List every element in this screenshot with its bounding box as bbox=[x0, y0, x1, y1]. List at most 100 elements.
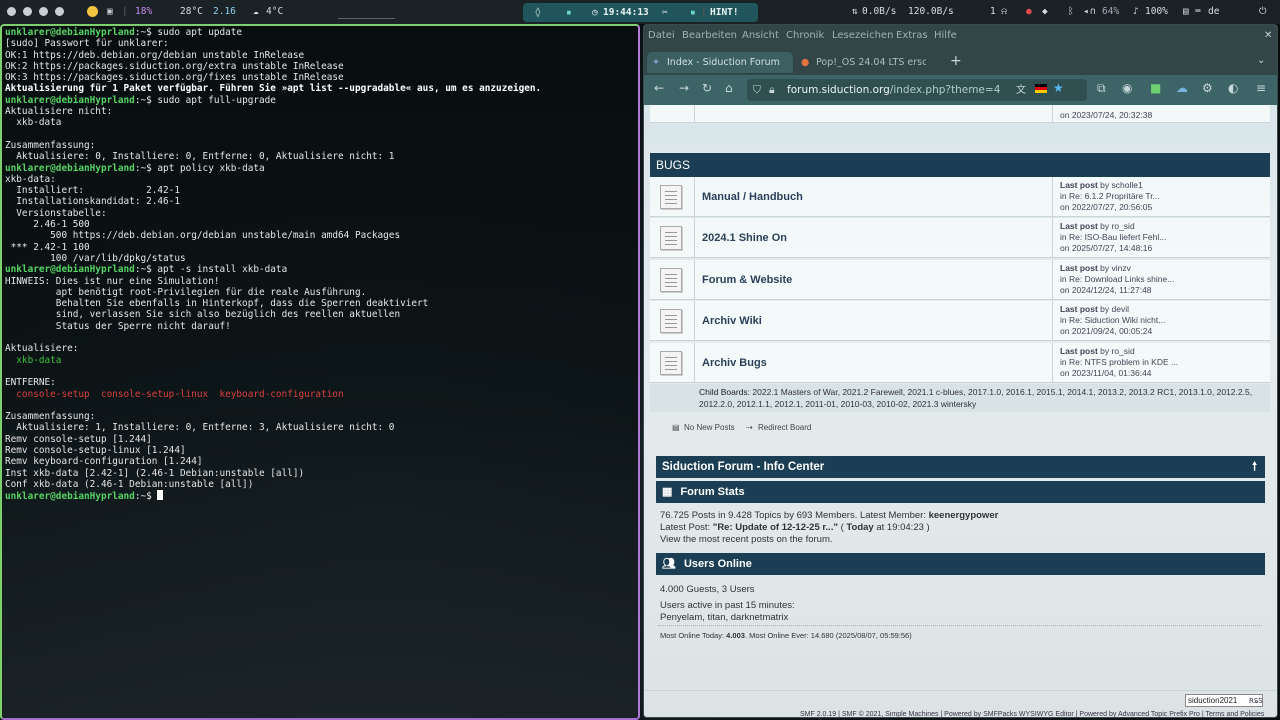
bluetooth-icon[interactable]: ᛒ bbox=[1068, 0, 1074, 24]
board-row[interactable]: Archiv Wiki Last post by devil in Re: Sidu… bbox=[650, 301, 1270, 342]
reload-icon[interactable]: ↻ bbox=[702, 81, 712, 95]
padlock-icon[interactable]: 🔒︎ bbox=[769, 79, 775, 101]
menu-ansicht[interactable]: Ansicht bbox=[742, 30, 779, 41]
window-icon[interactable]: ▣ bbox=[107, 0, 113, 24]
latest-member-link[interactable]: keenergypower bbox=[929, 510, 999, 521]
info-center-header[interactable]: Siduction Forum - Info Center 🠕 bbox=[656, 456, 1265, 478]
rss-link[interactable]: RSS bbox=[1249, 697, 1263, 705]
workspace-3-button[interactable] bbox=[39, 7, 48, 16]
back-arrow-icon[interactable]: ← bbox=[654, 81, 664, 95]
workspace-2-button[interactable] bbox=[23, 7, 32, 16]
last-post-topic[interactable]: in Re: Download Links shine... bbox=[1060, 274, 1174, 284]
footer-credits[interactable]: SMF 2.0.19 | SMF © 2021, Simple Machines… bbox=[800, 711, 1264, 717]
terminal-line: Inst xkb-data [2.42-1] (2.46-1 Debian:un… bbox=[5, 468, 637, 479]
last-post-author[interactable]: ro_sid bbox=[1112, 346, 1135, 356]
last-post-topic[interactable]: in Re: ISO-Bau liefert Fehl... bbox=[1060, 232, 1166, 242]
board-name-link[interactable]: Forum & Website bbox=[702, 274, 792, 286]
last-post-author[interactable]: devil bbox=[1112, 304, 1129, 314]
addon-circle-icon[interactable]: ◐ bbox=[1228, 81, 1238, 95]
last-post-topic[interactable]: in Re: Siduction Wiki nicht... bbox=[1060, 315, 1165, 325]
recent-posts-link[interactable]: View the most recent posts on the forum. bbox=[660, 534, 833, 545]
board-row[interactable]: Forum & Website Last post by vinzv in Re: … bbox=[650, 259, 1270, 300]
bookmark-star-icon[interactable]: ★ bbox=[1053, 81, 1064, 95]
url-path: /index.php?theme=4 bbox=[889, 84, 1001, 96]
board-name-link[interactable]: Archiv Wiki bbox=[702, 315, 762, 327]
board-row[interactable]: Archiv Bugs Last post by ro_sid in Re: NTF… bbox=[650, 342, 1270, 383]
hint-button[interactable]: HINT! bbox=[710, 3, 739, 22]
clipboard-icon[interactable]: ▤ bbox=[1183, 0, 1189, 24]
board-name-link[interactable]: Archiv Bugs bbox=[702, 357, 767, 369]
addon-icon[interactable]: ◉ bbox=[1122, 81, 1132, 95]
moon-icon[interactable] bbox=[87, 6, 98, 17]
power-icon[interactable]: ⏻ bbox=[1259, 0, 1267, 24]
last-post-author[interactable]: ro_sid bbox=[1112, 221, 1135, 231]
notification-count[interactable]: 1 bbox=[990, 0, 996, 24]
addon-green-icon[interactable]: ■ bbox=[1150, 81, 1161, 95]
tray-icon[interactable]: ▪ bbox=[566, 3, 572, 22]
menu-datei[interactable]: Datei bbox=[648, 30, 675, 41]
tracking-shield-icon[interactable]: ⛉ bbox=[753, 79, 761, 101]
home-icon[interactable]: ⌂ bbox=[725, 81, 733, 95]
workspace-1-button[interactable] bbox=[7, 7, 16, 16]
shield-icon[interactable]: ◆ bbox=[1042, 0, 1048, 24]
network-icon: ⇅ bbox=[852, 6, 858, 17]
active-users-list[interactable]: Penyelam, titan, darknetmatrix bbox=[660, 612, 788, 623]
weather-temp: 4°C bbox=[266, 6, 284, 17]
child-boards-list-2[interactable]: 2012.2.0, 2012.1.1, 2012.1, 2011-01, 201… bbox=[699, 399, 976, 409]
menu-lesezeichen[interactable]: Lesezeichen bbox=[832, 30, 893, 41]
latest-post-link[interactable]: "Re: Update of 12-12-25 r..." bbox=[713, 522, 838, 533]
board-name-link[interactable]: Manual / Handbuch bbox=[702, 191, 803, 203]
tab-list-chevron-icon[interactable]: ⌄ bbox=[1257, 55, 1265, 66]
text-cursor[interactable] bbox=[157, 490, 164, 501]
headset-icon[interactable]: ∩ bbox=[1090, 0, 1096, 24]
board-row[interactable]: 2024.1 Shine On Last post by ro_sid in Re:… bbox=[650, 218, 1270, 259]
tab-siduction-forum[interactable]: ✦ Index - Siduction Forum bbox=[647, 52, 793, 73]
bell-icon[interactable]: ⍾ bbox=[1001, 0, 1007, 24]
recording-icon[interactable]: ● bbox=[1026, 0, 1032, 24]
menu-chronik[interactable]: Chronik bbox=[786, 30, 824, 41]
board-name-link[interactable]: 2024.1 Shine On bbox=[702, 232, 787, 244]
collapse-arrow-icon[interactable]: 🠕 bbox=[1252, 456, 1257, 478]
child-boards-list[interactable]: 2022.1 Masters of War, 2021.2 Farewell, … bbox=[752, 387, 1252, 397]
menu-hilfe[interactable]: Hilfe bbox=[934, 30, 957, 41]
new-tab-button[interactable]: + bbox=[950, 53, 962, 69]
system-top-bar: ▣ | 18% 28°C 2.16 ☁ 4°C __________ ◊ ▪ ◷… bbox=[0, 0, 1280, 24]
clock[interactable]: 19:44:13 bbox=[603, 3, 649, 22]
addon-cloud-icon[interactable]: ☁ bbox=[1176, 81, 1188, 95]
extensions-icon[interactable]: ⧉ bbox=[1097, 81, 1106, 96]
keyboard-icon[interactable]: ⌨ bbox=[1195, 0, 1201, 24]
board-row-partial[interactable]: on 2023/07/24, 20:32:38 bbox=[650, 105, 1270, 123]
screenshot-icon[interactable]: ✂ bbox=[662, 3, 668, 22]
menu-bearbeiten[interactable]: Bearbeiten bbox=[682, 30, 737, 41]
last-post-author[interactable]: scholle1 bbox=[1112, 180, 1143, 190]
addon-translate-icon[interactable]: ⚙ bbox=[1202, 81, 1213, 95]
output-text: Remv console-setup [1.244] bbox=[5, 433, 152, 445]
system-load: 2.16 bbox=[213, 6, 236, 17]
keyboard-layout[interactable]: de bbox=[1208, 0, 1219, 24]
german-flag-icon[interactable] bbox=[1035, 84, 1047, 93]
forum-stats-title: Forum Stats bbox=[680, 486, 745, 498]
hamburger-menu-icon[interactable]: ≡ bbox=[1256, 81, 1266, 95]
last-post-topic[interactable]: in Re: NTFS problem in KDE ... bbox=[1060, 357, 1178, 367]
menu-extras[interactable]: Extras bbox=[896, 30, 928, 41]
stats-time: at 19:04:23 ) bbox=[876, 522, 930, 533]
tab-popos[interactable]: ● Pop!_OS 24.04 LTS ersch bbox=[796, 52, 926, 73]
media-progress[interactable]: __________ bbox=[338, 2, 395, 26]
translate-icon[interactable]: 文 bbox=[1016, 81, 1026, 96]
speaker-icon[interactable]: ◂ bbox=[1083, 0, 1089, 24]
forward-arrow-icon[interactable]: → bbox=[679, 81, 689, 95]
board-row[interactable]: Manual / Handbuch Last post by scholle1 in… bbox=[650, 177, 1270, 217]
terminal-window[interactable]: unklarer@debianHyprland:~$ sudo apt upda… bbox=[0, 24, 640, 720]
lock-icon[interactable]: ▪ bbox=[690, 3, 696, 22]
last-post-topic[interactable]: in Re: 6.1.2 Propritäre Tr... bbox=[1060, 191, 1160, 201]
category-header-bugs[interactable]: BUGS bbox=[650, 153, 1270, 177]
microphone-icon[interactable]: ♪ bbox=[1133, 0, 1139, 24]
workspace-4-button[interactable] bbox=[55, 7, 64, 16]
last-post-author[interactable]: vinzv bbox=[1112, 263, 1131, 273]
shell-prompt: unklarer@debianHyprland bbox=[5, 491, 135, 502]
clock-icon: ◷ bbox=[592, 7, 598, 18]
browser-window[interactable]: Datei Bearbeiten Ansicht Chronik Lesezei… bbox=[643, 24, 1278, 718]
output-text: OK:3 https://packages.siduction.org/fixe… bbox=[5, 72, 344, 84]
close-icon[interactable]: ✕ bbox=[1264, 30, 1272, 41]
idle-inhibitor-icon[interactable]: ◊ bbox=[535, 3, 541, 22]
